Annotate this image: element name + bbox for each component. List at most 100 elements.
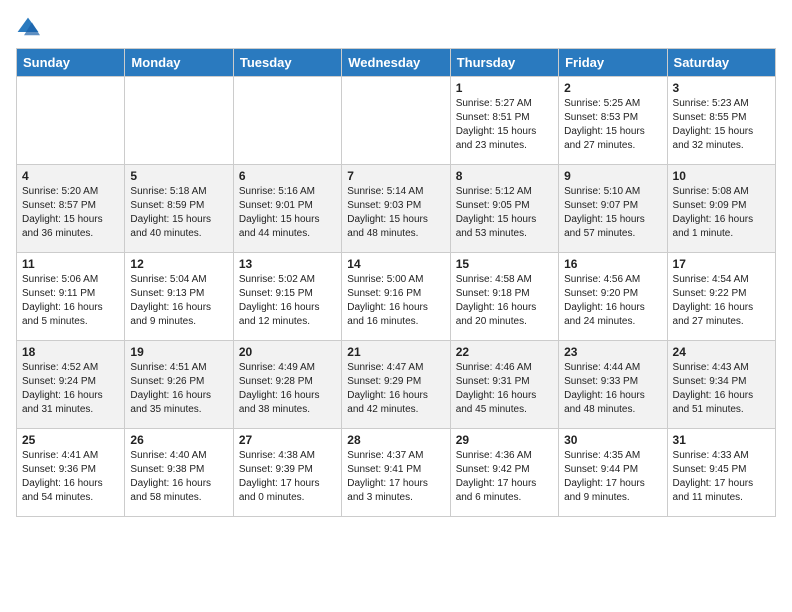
calendar-cell: 28Sunrise: 4:37 AM Sunset: 9:41 PM Dayli… (342, 429, 450, 517)
calendar-cell: 1 Sunrise: 5:27 AM Sunset: 8:51 PM Daylig… (450, 77, 558, 165)
day-content: Sunrise: 4:49 AM Sunset: 9:28 PM Dayligh… (239, 361, 336, 417)
day-number: 24 (673, 345, 770, 359)
day-content: Sunrise: 5:25 AM Sunset: 8:53 PM Dayligh… (564, 97, 661, 153)
day-number: 25 (22, 433, 119, 447)
calendar-cell (342, 77, 450, 165)
day-number: 5 (130, 169, 227, 183)
day-number: 13 (239, 257, 336, 271)
calendar-cell: 29 Sunrise: 4:36 AM Sunset: 9:42 PM Dayli… (450, 429, 558, 517)
calendar-cell: 30Sunrise: 4:35 AM Sunset: 9:44 PM Dayli… (559, 429, 667, 517)
day-number: 31 (673, 433, 770, 447)
day-content: Sunrise: 5:20 AM Sunset: 8:57 PM Dayligh… (22, 185, 119, 241)
calendar-cell: 18 Sunrise: 4:52 AM Sunset: 9:24 PM Dayli… (17, 341, 125, 429)
week-row-3: 18 Sunrise: 4:52 AM Sunset: 9:24 PM Dayli… (17, 341, 776, 429)
day-content: Sunrise: 5:10 AM Sunset: 9:07 PM Dayligh… (564, 185, 661, 241)
day-number: 30 (564, 433, 661, 447)
day-number: 1 (456, 81, 553, 95)
day-number: 21 (347, 345, 444, 359)
day-content: Sunrise: 4:41 AM Sunset: 9:36 PM Dayligh… (22, 449, 119, 505)
header-tuesday: Tuesday (233, 49, 341, 77)
calendar-cell: 9Sunrise: 5:10 AM Sunset: 9:07 PM Daylig… (559, 165, 667, 253)
day-content: Sunrise: 4:56 AM Sunset: 9:20 PM Dayligh… (564, 273, 661, 329)
calendar-cell: 27 Sunrise: 4:38 AM Sunset: 9:39 PM Dayli… (233, 429, 341, 517)
logo (16, 16, 44, 40)
day-content: Sunrise: 4:52 AM Sunset: 9:24 PM Dayligh… (22, 361, 119, 417)
day-number: 14 (347, 257, 444, 271)
day-content: Sunrise: 5:27 AM Sunset: 8:51 PM Dayligh… (456, 97, 553, 153)
day-number: 3 (673, 81, 770, 95)
day-content: Sunrise: 5:06 AM Sunset: 9:11 PM Dayligh… (22, 273, 119, 329)
calendar-cell (17, 77, 125, 165)
day-content: Sunrise: 4:40 AM Sunset: 9:38 PM Dayligh… (130, 449, 227, 505)
day-content: Sunrise: 4:54 AM Sunset: 9:22 PM Dayligh… (673, 273, 770, 329)
day-content: Sunrise: 4:47 AM Sunset: 9:29 PM Dayligh… (347, 361, 444, 417)
calendar-cell (233, 77, 341, 165)
page-header (16, 16, 776, 40)
calendar-cell: 31 Sunrise: 4:33 AM Sunset: 9:45 PM Dayli… (667, 429, 775, 517)
day-number: 28 (347, 433, 444, 447)
calendar-cell: 22 Sunrise: 4:46 AM Sunset: 9:31 PM Dayli… (450, 341, 558, 429)
day-content: Sunrise: 5:16 AM Sunset: 9:01 PM Dayligh… (239, 185, 336, 241)
day-number: 26 (130, 433, 227, 447)
day-content: Sunrise: 5:00 AM Sunset: 9:16 PM Dayligh… (347, 273, 444, 329)
day-number: 20 (239, 345, 336, 359)
calendar-cell: 25 Sunrise: 4:41 AM Sunset: 9:36 PM Dayli… (17, 429, 125, 517)
day-number: 11 (22, 257, 119, 271)
day-content: Sunrise: 5:02 AM Sunset: 9:15 PM Dayligh… (239, 273, 336, 329)
day-content: Sunrise: 5:23 AM Sunset: 8:55 PM Dayligh… (673, 97, 770, 153)
day-content: Sunrise: 4:36 AM Sunset: 9:42 PM Dayligh… (456, 449, 553, 505)
day-number: 16 (564, 257, 661, 271)
day-content: Sunrise: 5:12 AM Sunset: 9:05 PM Dayligh… (456, 185, 553, 241)
day-number: 2 (564, 81, 661, 95)
day-content: Sunrise: 4:51 AM Sunset: 9:26 PM Dayligh… (130, 361, 227, 417)
day-content: Sunrise: 5:14 AM Sunset: 9:03 PM Dayligh… (347, 185, 444, 241)
header-monday: Monday (125, 49, 233, 77)
calendar-cell: 4 Sunrise: 5:20 AM Sunset: 8:57 PM Daylig… (17, 165, 125, 253)
day-number: 15 (456, 257, 553, 271)
week-row-0: 1 Sunrise: 5:27 AM Sunset: 8:51 PM Daylig… (17, 77, 776, 165)
day-content: Sunrise: 4:38 AM Sunset: 9:39 PM Dayligh… (239, 449, 336, 505)
header-saturday: Saturday (667, 49, 775, 77)
day-number: 18 (22, 345, 119, 359)
day-content: Sunrise: 4:58 AM Sunset: 9:18 PM Dayligh… (456, 273, 553, 329)
day-content: Sunrise: 5:18 AM Sunset: 8:59 PM Dayligh… (130, 185, 227, 241)
calendar-cell: 5 Sunrise: 5:18 AM Sunset: 8:59 PM Daylig… (125, 165, 233, 253)
calendar-cell: 12 Sunrise: 5:04 AM Sunset: 9:13 PM Dayli… (125, 253, 233, 341)
day-number: 10 (673, 169, 770, 183)
day-content: Sunrise: 4:33 AM Sunset: 9:45 PM Dayligh… (673, 449, 770, 505)
day-number: 4 (22, 169, 119, 183)
day-number: 29 (456, 433, 553, 447)
day-content: Sunrise: 4:43 AM Sunset: 9:34 PM Dayligh… (673, 361, 770, 417)
logo-icon (16, 16, 40, 40)
week-row-2: 11 Sunrise: 5:06 AM Sunset: 9:11 PM Dayli… (17, 253, 776, 341)
day-number: 22 (456, 345, 553, 359)
calendar-cell: 13 Sunrise: 5:02 AM Sunset: 9:15 PM Dayli… (233, 253, 341, 341)
calendar-header-row: SundayMondayTuesdayWednesdayThursdayFrid… (17, 49, 776, 77)
calendar-cell: 21 Sunrise: 4:47 AM Sunset: 9:29 PM Dayli… (342, 341, 450, 429)
calendar-cell: 14 Sunrise: 5:00 AM Sunset: 9:16 PM Dayli… (342, 253, 450, 341)
day-number: 6 (239, 169, 336, 183)
header-thursday: Thursday (450, 49, 558, 77)
day-content: Sunrise: 5:04 AM Sunset: 9:13 PM Dayligh… (130, 273, 227, 329)
day-content: Sunrise: 4:46 AM Sunset: 9:31 PM Dayligh… (456, 361, 553, 417)
day-content: Sunrise: 4:44 AM Sunset: 9:33 PM Dayligh… (564, 361, 661, 417)
day-number: 7 (347, 169, 444, 183)
calendar-cell: 11 Sunrise: 5:06 AM Sunset: 9:11 PM Dayli… (17, 253, 125, 341)
day-number: 8 (456, 169, 553, 183)
calendar-cell: 6 Sunrise: 5:16 AM Sunset: 9:01 PM Daylig… (233, 165, 341, 253)
calendar-cell: 3 Sunrise: 5:23 AM Sunset: 8:55 PM Daylig… (667, 77, 775, 165)
week-row-4: 25 Sunrise: 4:41 AM Sunset: 9:36 PM Dayli… (17, 429, 776, 517)
calendar-cell: 2 Sunrise: 5:25 AM Sunset: 8:53 PM Daylig… (559, 77, 667, 165)
header-wednesday: Wednesday (342, 49, 450, 77)
calendar-cell: 7 Sunrise: 5:14 AM Sunset: 9:03 PM Daylig… (342, 165, 450, 253)
calendar-cell: 23 Sunrise: 4:44 AM Sunset: 9:33 PM Dayli… (559, 341, 667, 429)
calendar-cell: 19 Sunrise: 4:51 AM Sunset: 9:26 PM Dayli… (125, 341, 233, 429)
day-number: 12 (130, 257, 227, 271)
calendar-cell (125, 77, 233, 165)
calendar-table: SundayMondayTuesdayWednesdayThursdayFrid… (16, 48, 776, 517)
calendar-cell: 16 Sunrise: 4:56 AM Sunset: 9:20 PM Dayli… (559, 253, 667, 341)
day-number: 27 (239, 433, 336, 447)
day-number: 23 (564, 345, 661, 359)
calendar-cell: 17Sunrise: 4:54 AM Sunset: 9:22 PM Dayli… (667, 253, 775, 341)
day-number: 19 (130, 345, 227, 359)
